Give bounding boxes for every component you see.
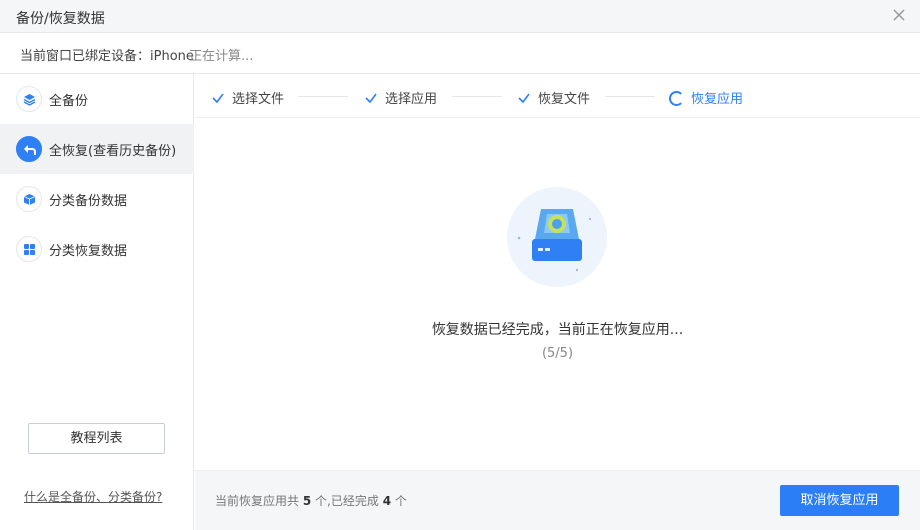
step-connector [452,96,502,97]
sidebar-item-label: 分类备份数据 [49,194,128,209]
backup-help-link[interactable]: 什么是全备份、分类备份? [24,488,162,505]
bound-device-text: 当前窗口已绑定设备：iPhone [20,49,194,64]
step-restore-apps: 恢复应用 [669,88,743,107]
device-bar: 当前窗口已绑定设备：iPhone 正在计算... [0,33,920,74]
tutorial-list-button[interactable]: 教程列表 [28,423,165,454]
step-select-apps: 选择应用 [364,88,437,107]
main-panel: 选择文件 选择应用 恢复文件 恢复应用 恢复数据已经完成，当前正在恢复应用...… [195,74,920,530]
footer-bar: 当前恢复应用共 5 个,已经完成 4 个 取消恢复应用 [195,470,920,530]
cancel-restore-button[interactable]: 取消恢复应用 [780,485,899,516]
close-icon[interactable] [890,6,908,24]
title-bar: 备份/恢复数据 [0,0,920,33]
sidebar-item-category-backup[interactable]: 分类备份数据 [0,174,194,224]
progress-counter: (5/5) [541,346,574,361]
cube-icon [16,186,42,212]
window-title: 备份/恢复数据 [16,11,105,27]
step-select-files: 选择文件 [211,88,284,107]
sidebar-item-label: 分类恢复数据 [49,244,128,259]
step-restore-files: 恢复文件 [517,88,590,107]
restore-summary: 当前恢复应用共 5 个,已经完成 4 个 [215,492,407,509]
step-label: 选择文件 [232,92,285,107]
grid-icon [16,236,42,262]
loading-spinner-icon [669,91,684,106]
sidebar-item-full-restore[interactable]: 全恢复(查看历史备份) [0,124,194,174]
checkmark-icon [211,91,225,105]
step-indicator: 选择文件 选择应用 恢复文件 恢复应用 [195,74,920,118]
restore-disk-illustration [507,187,607,287]
sidebar-item-label: 全恢复(查看历史备份) [49,144,177,159]
step-label: 选择应用 [385,92,438,107]
done-count: 4 [382,494,392,508]
total-count: 5 [302,494,312,508]
step-label: 恢复应用 [691,92,744,107]
step-label: 恢复文件 [538,92,591,107]
summary-mid: 个,已经完成 [315,494,379,508]
checkmark-icon [364,91,378,105]
sidebar-item-full-backup[interactable]: 全备份 [0,74,194,124]
sidebar: 全备份 全恢复(查看历史备份) 分类备份数据 分类恢复数据 教程列表 什么是全备… [0,74,194,530]
checkmark-icon [517,91,531,105]
calculating-status: 正在计算... [189,49,254,64]
layers-icon [16,86,42,112]
step-connector [605,96,655,97]
summary-suffix: 个 [394,494,407,508]
sidebar-item-category-restore[interactable]: 分类恢复数据 [0,224,194,274]
sidebar-item-label: 全备份 [49,94,89,109]
step-connector [298,96,348,97]
summary-prefix: 当前恢复应用共 [215,494,300,508]
undo-arrow-icon [16,136,42,162]
status-message: 恢复数据已经完成，当前正在恢复应用... [431,322,684,338]
